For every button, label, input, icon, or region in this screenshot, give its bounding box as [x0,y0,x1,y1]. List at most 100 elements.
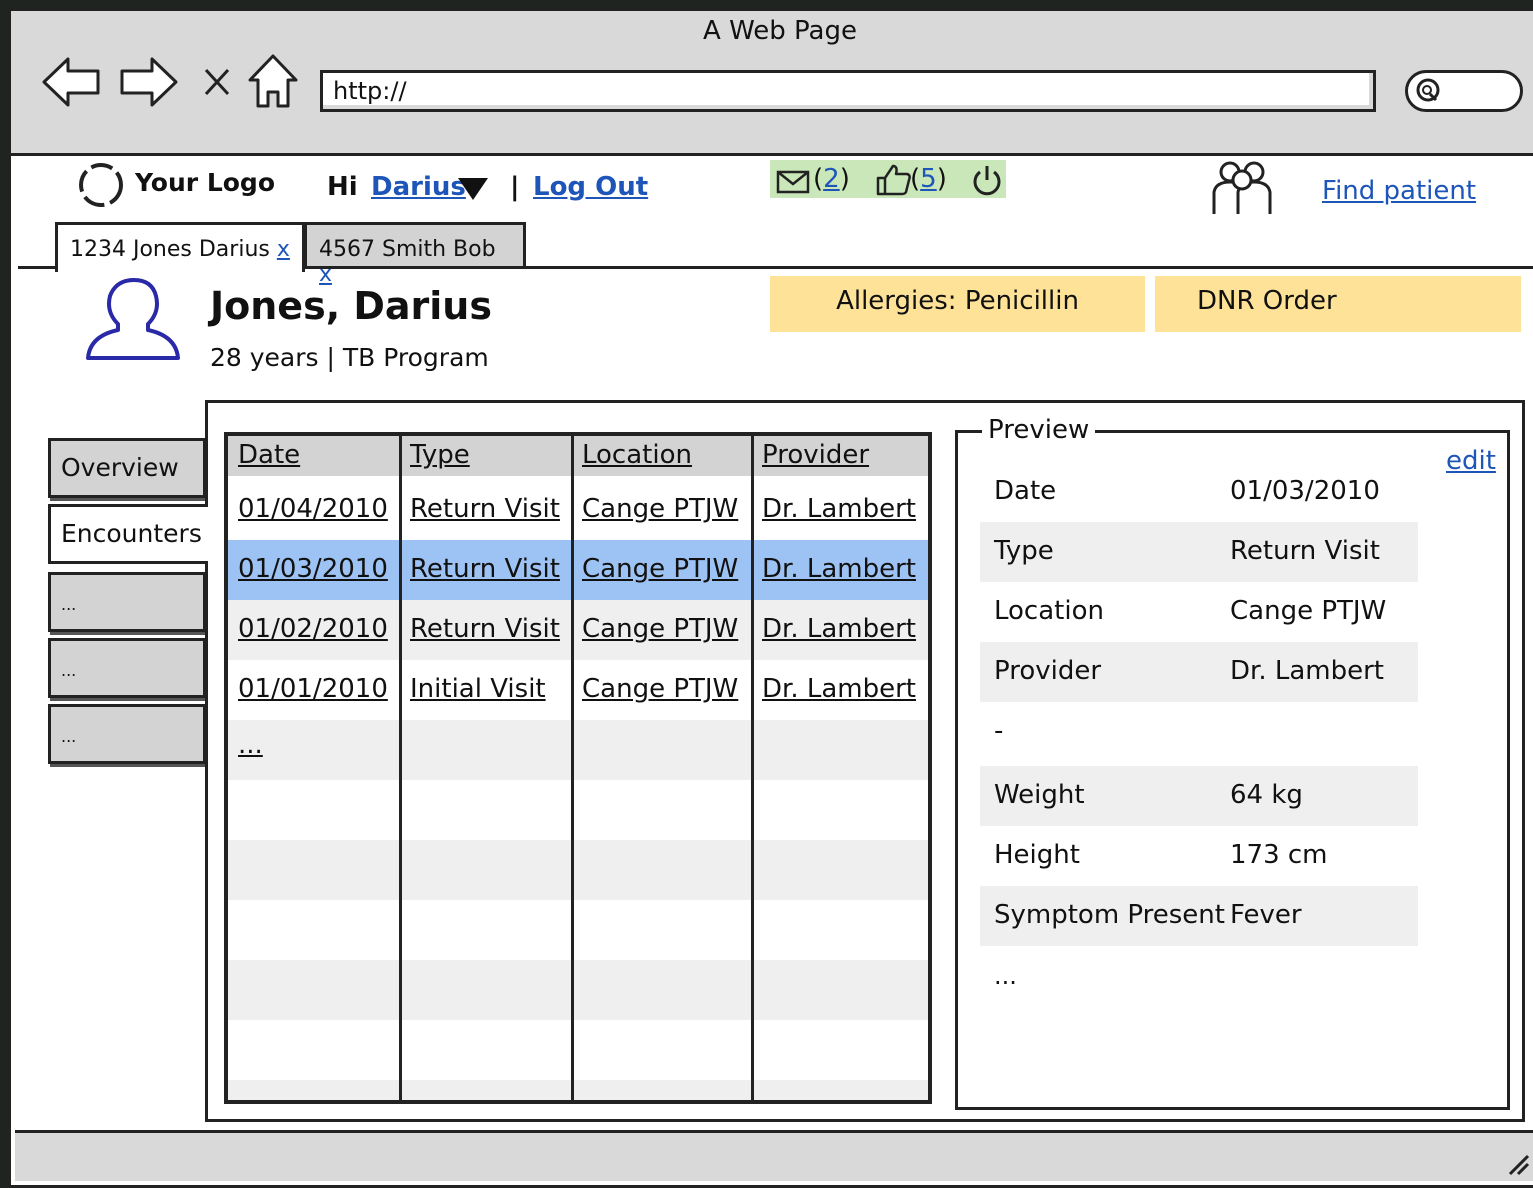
preview-field: Date 01/03/2010 [980,462,1418,522]
greeting-text: Hi [327,172,358,202]
patient-summary: 28 years | TB Program [210,343,489,372]
table-row[interactable]: 01/02/2010 Return Visit Cange PTJW Dr. L… [228,600,928,660]
table-row[interactable]: 01/01/2010 Initial Visit Cange PTJW Dr. … [228,660,928,720]
preview-label: Location [994,596,1104,626]
preview-value: 01/03/2010 [1230,476,1380,506]
sidebar-item-encounters[interactable]: Encounters [48,504,208,564]
preview-field: Symptom Present Fever [980,886,1418,946]
mail-icon[interactable] [776,168,810,200]
cell-date[interactable]: 01/01/2010 [238,674,388,704]
preview-label: Date [994,476,1057,506]
preview-field: Weight 64 kg [980,766,1418,826]
table-row-empty [228,960,928,1020]
preview-label: Type [994,536,1054,566]
tab-patient-jones[interactable]: 1234 Jones Darius x [55,222,305,272]
sidebar-item-overview[interactable]: Overview [48,438,206,498]
preview-label: Symptom Present [994,900,1225,930]
preview-label: Height [994,840,1080,870]
search-icon [1416,78,1440,102]
tab-label: 4567 Smith Bob [319,237,496,262]
preview-label: - [994,716,1004,746]
table-header-row: Date Type Location Provider [228,436,928,476]
messages-count-link[interactable]: 2 [823,164,840,194]
cell-location[interactable]: Cange PTJW [582,614,738,644]
cell-provider[interactable]: Dr. Lambert [762,494,916,524]
header-date[interactable]: Date [238,440,300,470]
table-row[interactable]: 01/04/2010 Return Visit Cange PTJW Dr. L… [228,480,928,540]
allergies-alert: Allergies: Penicillin [770,276,1145,332]
patient-summary-separator: | [326,343,335,372]
logo-icon [76,160,126,214]
thumbs-up-icon[interactable] [876,162,912,200]
table-row-empty [228,780,928,840]
patient-name: Jones, Darius [210,284,492,328]
tab-close-icon[interactable]: x [277,237,290,262]
forward-arrow-icon[interactable] [118,55,180,109]
column-divider [751,436,754,1100]
cell-type[interactable]: Return Visit [410,614,560,644]
preview-field: Type Return Visit [980,522,1418,582]
edit-link[interactable]: edit [1446,446,1496,476]
preview-value: Cange PTJW [1230,596,1387,626]
browser-search-field[interactable] [1405,70,1523,112]
cell-date[interactable]: 01/02/2010 [238,614,388,644]
table-row-more[interactable]: ... [228,720,928,780]
header-provider[interactable]: Provider [762,440,869,470]
find-patient-link[interactable]: Find patient [1322,176,1476,206]
patient-avatar-icon [84,278,182,366]
tab-label: 1234 Jones Darius [70,237,270,262]
patient-program: TB Program [342,343,489,372]
cell-provider[interactable]: Dr. Lambert [762,674,916,704]
cell-provider[interactable]: Dr. Lambert [762,554,916,584]
preview-label: Weight [994,780,1085,810]
messages-count[interactable]: (2) [813,164,850,194]
preview-value: 173 cm [1230,840,1328,870]
preview-value: 64 kg [1230,780,1303,810]
header-type[interactable]: Type [410,440,470,470]
sidebar-item-more-1[interactable]: ... [48,572,206,632]
preview-value: Dr. Lambert [1230,656,1384,686]
sidebar-item-more-2[interactable]: ... [48,638,206,698]
sidebar-item-more-3[interactable]: ... [48,704,206,764]
patients-group-icon [1208,158,1278,222]
logo-text: Your Logo [135,168,275,197]
caret-down-icon[interactable] [456,176,490,206]
table-row-empty [228,1020,928,1080]
column-divider [571,436,574,1100]
url-input[interactable]: http:// [320,70,1376,112]
encounters-table: Date Type Location Provider 01/04/2010 R… [224,432,932,1104]
preview-value: Fever [1230,900,1302,930]
logout-link[interactable]: Log Out [533,172,648,202]
window-title: A Web Page [703,16,857,46]
cell-date[interactable]: 01/03/2010 [238,554,388,584]
preview-field: Provider Dr. Lambert [980,642,1418,702]
back-arrow-icon[interactable] [40,55,102,109]
cell-location[interactable]: Cange PTJW [582,674,738,704]
preview-title: Preview [982,415,1096,445]
likes-count-link[interactable]: 5 [920,164,937,194]
user-menu-link[interactable]: Darius [371,172,466,202]
likes-count[interactable]: (5) [910,164,947,194]
tab-patient-smith[interactable]: 4567 Smith Bob x [304,222,526,287]
table-row-selected[interactable]: 01/03/2010 Return Visit Cange PTJW Dr. L… [228,540,928,600]
cell-location[interactable]: Cange PTJW [582,554,738,584]
stop-icon[interactable] [200,62,234,102]
preview-value: Return Visit [1230,536,1380,566]
cell-type[interactable]: Return Visit [410,494,560,524]
home-icon[interactable] [246,52,300,110]
preview-field: Location Cange PTJW [980,582,1418,642]
cell-type[interactable]: Initial Visit [410,674,546,704]
cell-location[interactable]: Cange PTJW [582,494,738,524]
dnr-alert: DNR Order [1155,276,1521,332]
cell-date[interactable]: 01/04/2010 [238,494,388,524]
preview-field: Height 173 cm [980,826,1418,886]
cell-provider[interactable]: Dr. Lambert [762,614,916,644]
header-location[interactable]: Location [582,440,692,470]
preview-label: Provider [994,656,1102,686]
more-rows-link[interactable]: ... [238,730,263,760]
table-row-empty [228,1080,928,1100]
power-icon[interactable] [970,164,1004,202]
resize-grip-icon[interactable] [1500,1146,1530,1180]
cell-type[interactable]: Return Visit [410,554,560,584]
preview-more: ... [994,962,1017,990]
